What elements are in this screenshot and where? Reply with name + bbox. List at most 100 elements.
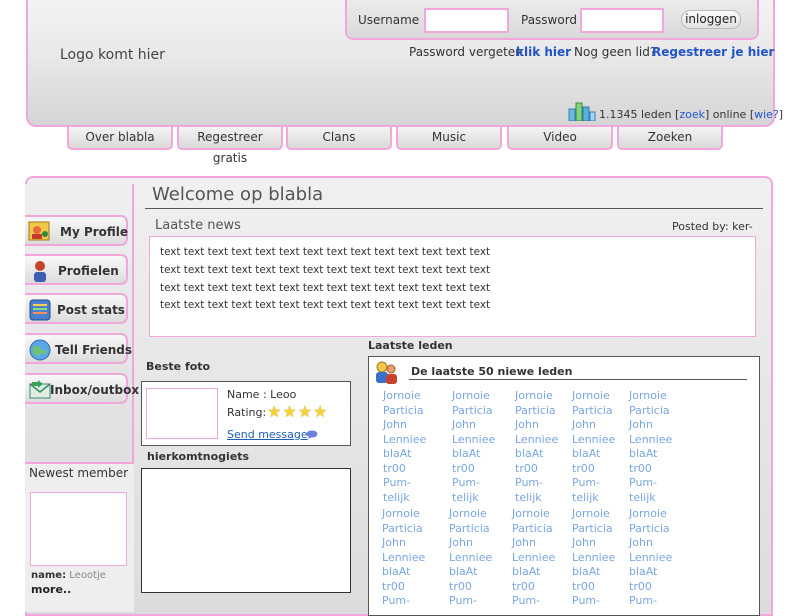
member-link[interactable]: blaAt (382, 565, 425, 580)
search-link[interactable]: zoek (679, 108, 705, 121)
member-link[interactable]: blaAt (629, 565, 672, 580)
member-link[interactable]: John (382, 536, 425, 551)
member-link[interactable]: tr00 (383, 462, 426, 477)
member-link[interactable]: blaAt (572, 447, 615, 462)
member-link[interactable]: Jornoie (383, 389, 426, 404)
member-link[interactable]: tr00 (515, 462, 558, 477)
member-link[interactable]: Particia (572, 404, 615, 419)
member-link[interactable]: Jornoie (515, 389, 558, 404)
member-link[interactable]: Pum- (515, 476, 558, 491)
newest-member-photo[interactable] (30, 492, 127, 566)
member-link[interactable]: telijk (629, 491, 672, 506)
nav-register[interactable]: Regestreer gratis (177, 127, 283, 165)
member-link[interactable]: blaAt (515, 447, 558, 462)
member-link[interactable]: telijk (515, 491, 558, 506)
member-link[interactable]: tr00 (512, 580, 555, 595)
member-link[interactable]: Lenniee (382, 551, 425, 566)
who-online-link[interactable]: wie? (754, 108, 779, 121)
member-link[interactable]: John (452, 418, 495, 433)
member-link[interactable]: Pum- (452, 476, 495, 491)
member-link[interactable]: John (572, 536, 615, 551)
member-link[interactable]: blaAt (572, 565, 615, 580)
member-link[interactable]: telijk (452, 491, 495, 506)
nav-clans[interactable]: Clans (286, 127, 392, 150)
member-link[interactable]: Jornoie (449, 507, 492, 522)
member-link[interactable]: Lenniee (629, 551, 672, 566)
login-button[interactable]: inloggen (681, 10, 741, 29)
member-link[interactable]: John (449, 536, 492, 551)
member-link[interactable]: tr00 (572, 462, 615, 477)
member-link[interactable]: Particia (629, 522, 672, 537)
member-link[interactable]: Pum- (383, 476, 426, 491)
member-link[interactable]: Pum- (629, 476, 672, 491)
sidebar-item-tell-friends[interactable]: Tell Friends (25, 333, 132, 364)
member-link[interactable]: Jornoie (629, 389, 672, 404)
sidebar-item-label: Profielen (58, 264, 119, 278)
name-value[interactable]: Leootje (69, 570, 106, 581)
member-link[interactable]: John (629, 418, 672, 433)
member-link[interactable]: Lenniee (449, 551, 492, 566)
sidebar-item-profielen[interactable]: Profielen (25, 254, 128, 285)
member-link[interactable]: Pum- (629, 594, 672, 609)
member-link[interactable]: John (383, 418, 426, 433)
member-link[interactable]: Pum- (572, 594, 615, 609)
member-link[interactable]: tr00 (449, 580, 492, 595)
sidebar-item-post-stats[interactable]: Post stats (25, 293, 128, 324)
member-link[interactable]: Lenniee (629, 433, 672, 448)
member-link[interactable]: telijk (572, 491, 615, 506)
member-link[interactable]: Jornoie (382, 507, 425, 522)
member-link[interactable]: Lenniee (572, 433, 615, 448)
member-column: Jornoie Particia John Lenniee blaAt tr00… (629, 389, 672, 505)
nav-over-blabla[interactable]: Over blabla (67, 127, 173, 150)
nav-search[interactable]: Zoeken (617, 127, 723, 150)
member-link[interactable]: blaAt (452, 447, 495, 462)
member-link[interactable]: telijk (383, 491, 426, 506)
member-link[interactable]: blaAt (512, 565, 555, 580)
member-link[interactable]: Particia (383, 404, 426, 419)
member-link[interactable]: Jornoie (572, 389, 615, 404)
password-field[interactable] (580, 8, 664, 33)
member-link[interactable]: Lenniee (383, 433, 426, 448)
member-link[interactable]: Lenniee (572, 551, 615, 566)
member-link[interactable]: Jornoie (512, 507, 555, 522)
member-link[interactable]: Jornoie (572, 507, 615, 522)
send-message-link[interactable]: Send message (227, 428, 308, 441)
member-link[interactable]: Lenniee (515, 433, 558, 448)
member-link[interactable]: tr00 (629, 580, 672, 595)
member-link[interactable]: blaAt (383, 447, 426, 462)
member-link[interactable]: blaAt (449, 565, 492, 580)
member-link[interactable]: tr00 (629, 462, 672, 477)
sidebar-item-inbox[interactable]: Inbox/outbox (25, 373, 139, 404)
member-link[interactable]: Particia (629, 404, 672, 419)
register-link[interactable]: Regestreer je hier (652, 45, 774, 59)
sidebar-item-my-profile[interactable]: My Profile (25, 215, 128, 246)
member-link[interactable]: John (512, 536, 555, 551)
forgot-password-link[interactable]: klik hier (516, 45, 571, 59)
username-field[interactable] (424, 8, 509, 33)
member-link[interactable]: Particia (512, 522, 555, 537)
member-link[interactable]: Pum- (572, 476, 615, 491)
member-link[interactable]: Pum- (449, 594, 492, 609)
member-link[interactable]: Particia (515, 404, 558, 419)
member-link[interactable]: John (572, 418, 615, 433)
member-link[interactable]: Particia (452, 404, 495, 419)
member-link[interactable]: blaAt (629, 447, 672, 462)
member-link[interactable]: Jornoie (629, 507, 672, 522)
member-link[interactable]: Jornoie (452, 389, 495, 404)
member-link[interactable]: John (629, 536, 672, 551)
member-link[interactable]: Particia (572, 522, 615, 537)
member-link[interactable]: tr00 (572, 580, 615, 595)
best-photo-thumbnail[interactable] (146, 388, 218, 439)
member-link[interactable]: Particia (382, 522, 425, 537)
member-link[interactable]: tr00 (382, 580, 425, 595)
nav-video[interactable]: Video (507, 127, 613, 150)
member-link[interactable]: Particia (449, 522, 492, 537)
member-link[interactable]: John (515, 418, 558, 433)
member-link[interactable]: Lenniee (512, 551, 555, 566)
member-link[interactable]: tr00 (452, 462, 495, 477)
member-link[interactable]: Lenniee (452, 433, 495, 448)
more-link[interactable]: more.. (31, 583, 71, 596)
member-link[interactable]: Pum- (382, 594, 425, 609)
member-link[interactable]: Pum- (512, 594, 555, 609)
nav-music[interactable]: Music (396, 127, 502, 150)
